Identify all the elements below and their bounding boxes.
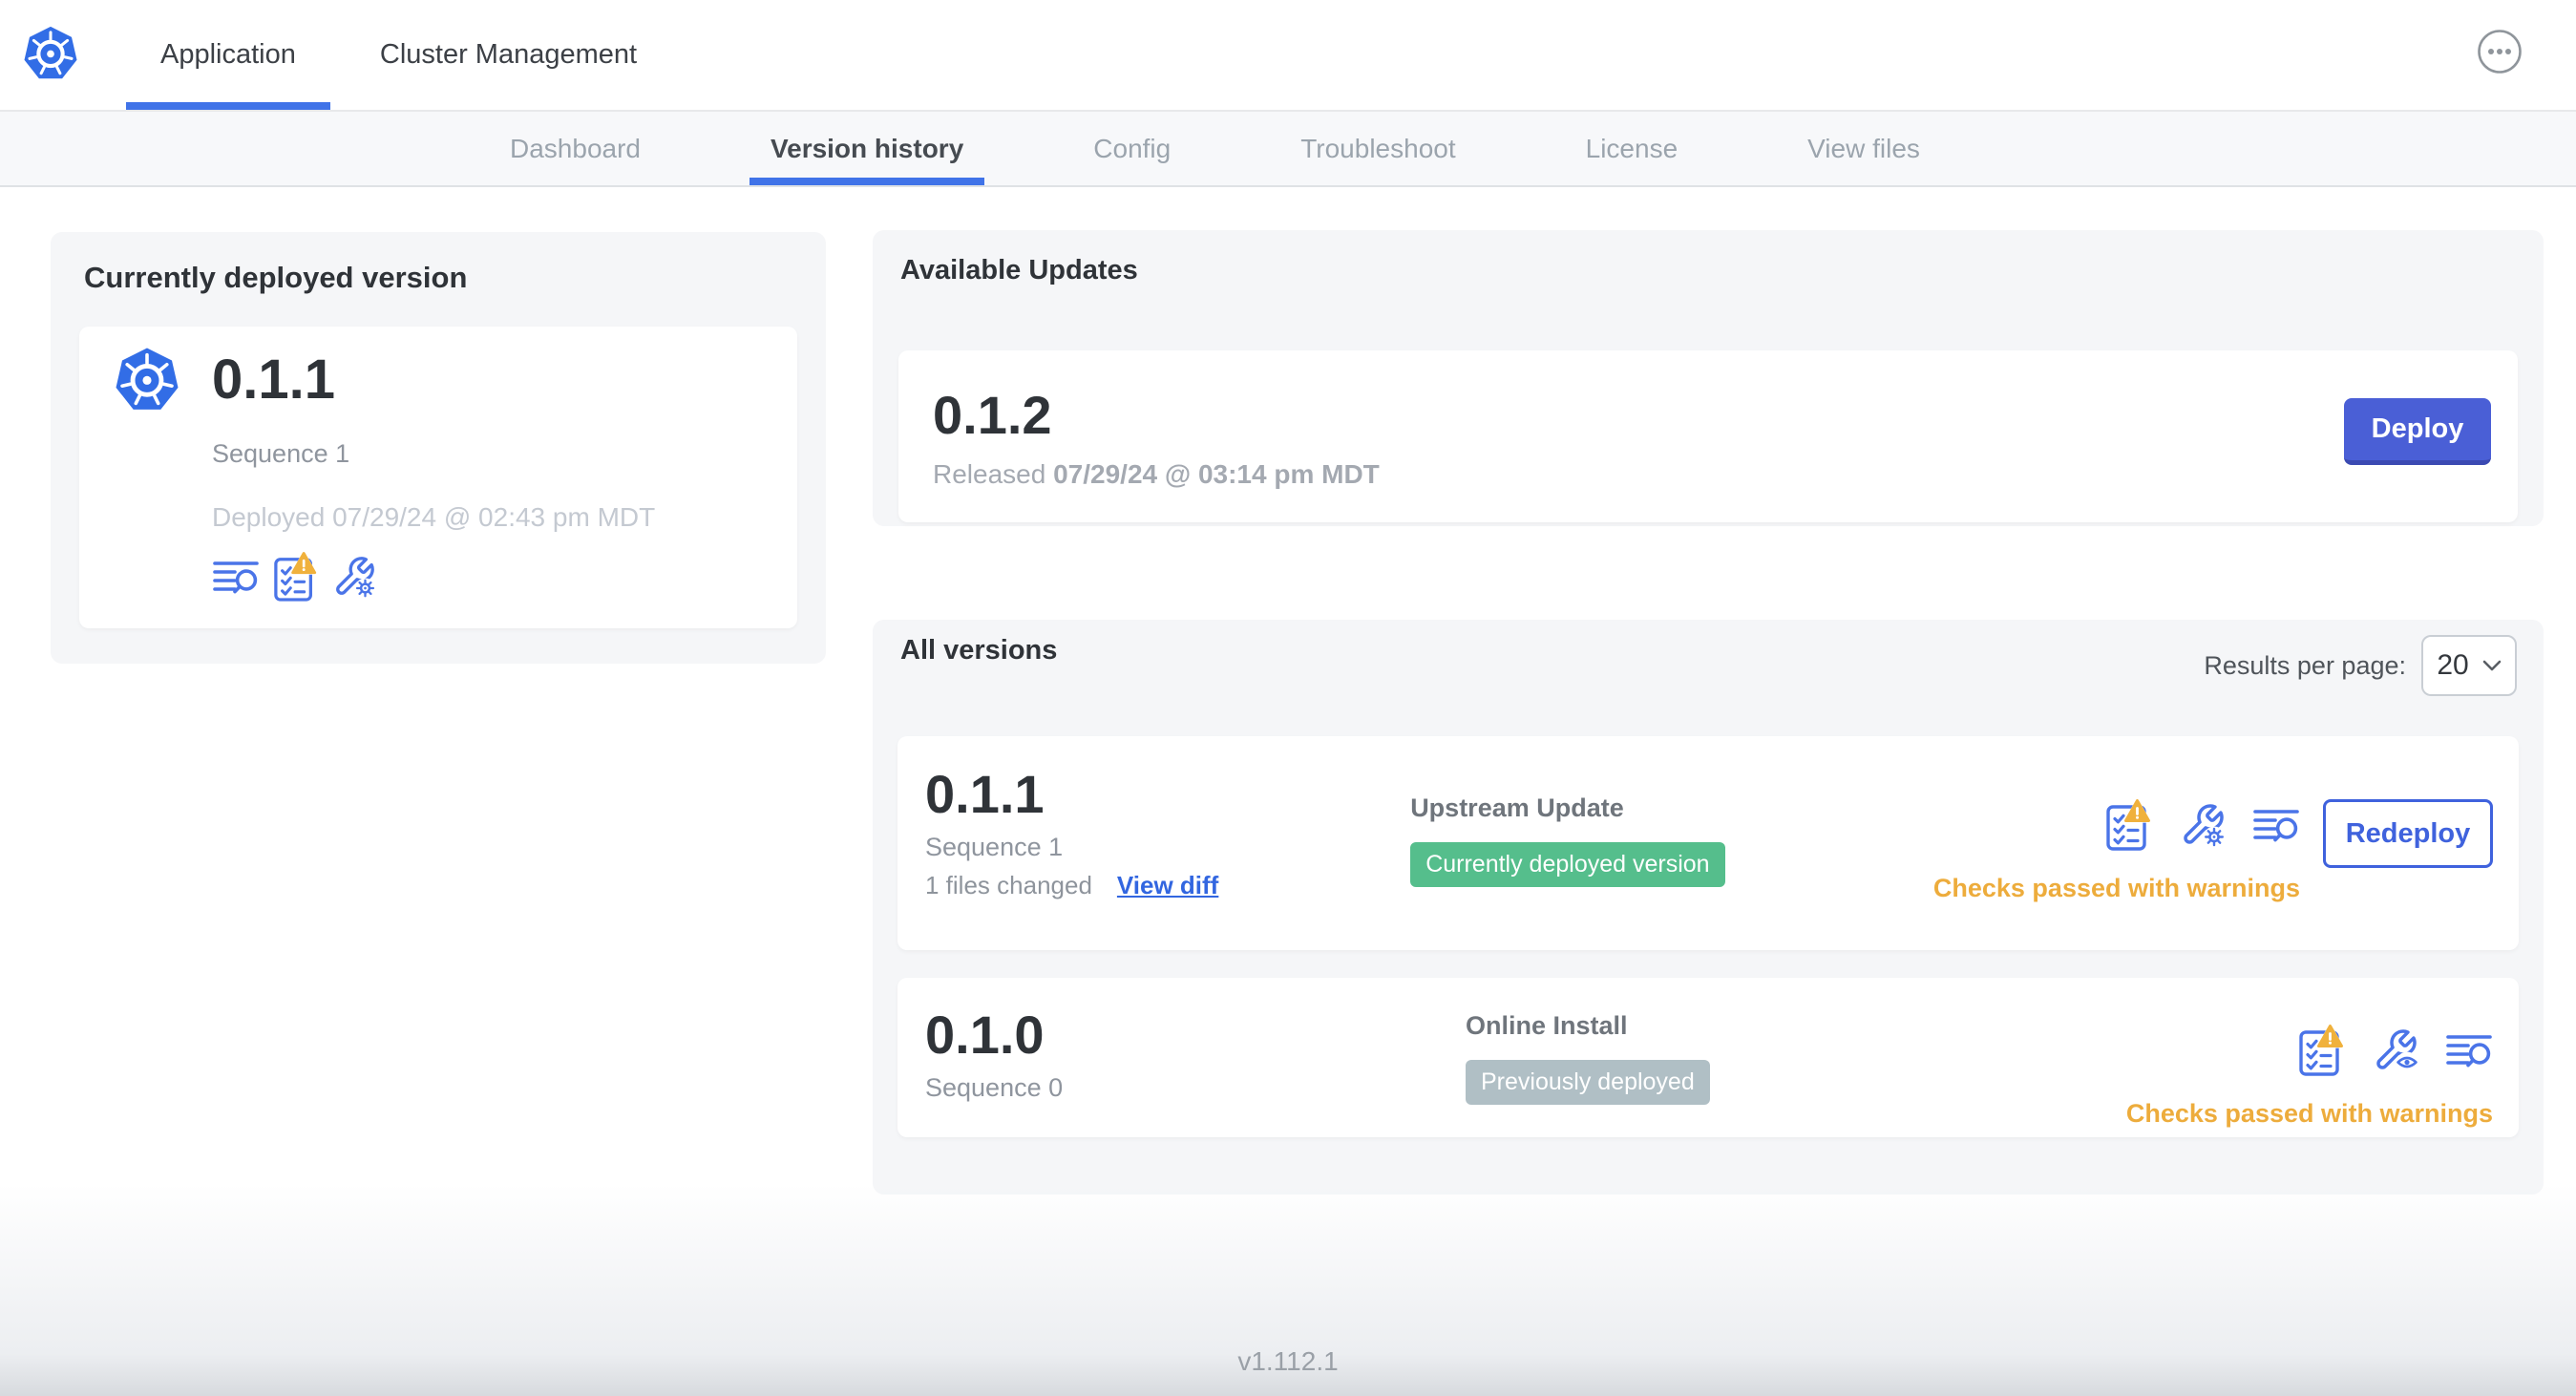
results-per-page-value: 20	[2437, 649, 2469, 681]
app-sub-nav: Dashboard Version history Config Trouble…	[0, 112, 2576, 187]
subnav-item-dashboard[interactable]: Dashboard	[489, 112, 662, 185]
release-notes-button[interactable]	[2252, 806, 2300, 844]
tab-application[interactable]: Application	[118, 0, 338, 110]
release-notes-button[interactable]	[212, 558, 260, 596]
version-source-label: Upstream Update	[1410, 793, 1624, 822]
sequence-label: Sequence 1	[925, 832, 1064, 861]
redeploy-button[interactable]: Redeploy	[2323, 799, 2493, 868]
version-actions-column: Checks passed with warnings	[2125, 1021, 2493, 1137]
release-notes-button[interactable]	[2445, 1031, 2493, 1069]
kubernetes-logo-icon	[19, 23, 82, 86]
available-updates-card: Available Updates 0.1.2 Released 07/29/2…	[873, 230, 2544, 526]
all-versions-title: All versions	[900, 635, 1058, 666]
currently-deployed-version-panel: 0.1.1 Sequence 1 Deployed 07/29/24 @ 02:…	[79, 327, 797, 628]
files-changed-label: 1 files changed	[925, 870, 1092, 899]
icons-and-status: Checks passed with warnings	[2125, 1021, 2493, 1129]
files-changed-row: 1 files changed View diff	[925, 871, 1410, 900]
app-level-tabs: Application Cluster Management	[118, 0, 679, 110]
version-info-column: 0.1.0 Sequence 0	[925, 1005, 1466, 1137]
preflight-checks-warning-icon	[2106, 795, 2154, 851]
update-released-timestamp: Released 07/29/24 @ 03:14 pm MDT	[933, 459, 2483, 490]
all-versions-card: All versions Results per page: 20 0.1.1 …	[873, 620, 2544, 1195]
previously-deployed-badge: Previously deployed	[1466, 1060, 1710, 1105]
release-notes-icon	[2253, 810, 2299, 842]
update-version-number: 0.1.2	[933, 384, 1052, 445]
preflight-checks-button[interactable]	[273, 548, 320, 603]
edit-config-button[interactable]	[332, 555, 376, 599]
version-row-0-1-1: 0.1.1 Sequence 1 1 files changed View di…	[897, 736, 2519, 950]
console-version-label: v1.112.1	[1237, 1346, 1339, 1376]
deployed-timestamp: Deployed 07/29/24 @ 02:43 pm MDT	[212, 502, 656, 532]
released-date: 07/29/24 @ 03:14 pm MDT	[1053, 458, 1380, 489]
subnav-item-license[interactable]: License	[1565, 112, 1700, 185]
subnav-item-view-files[interactable]: View files	[1786, 112, 1941, 185]
chevron-down-icon	[2482, 660, 2501, 671]
view-config-button[interactable]	[2373, 1027, 2418, 1073]
edit-config-icon	[332, 555, 376, 599]
release-notes-icon	[2446, 1035, 2492, 1068]
version-source-column: Online Install Previously deployed	[1466, 1007, 2048, 1137]
available-updates-title: Available Updates	[900, 255, 1138, 286]
view-config-icon	[2373, 1027, 2418, 1073]
deployed-version-actions	[212, 548, 376, 603]
tab-cluster-management[interactable]: Cluster Management	[338, 0, 679, 110]
sequence-label: Sequence 0	[925, 1072, 1064, 1102]
version-source-column: Upstream Update Currently deployed versi…	[1410, 767, 1933, 950]
more-menu-button[interactable]	[2477, 29, 2523, 74]
currently-deployed-card: Currently deployed version 0.1.1 Sequenc…	[51, 232, 826, 664]
icons-and-status: Checks passed with warnings	[1932, 795, 2300, 903]
currently-deployed-badge: Currently deployed version	[1410, 842, 1725, 887]
version-action-icons	[2298, 1021, 2493, 1078]
preflight-checks-button[interactable]	[2298, 1021, 2347, 1078]
version-action-icons	[2105, 795, 2300, 853]
subnav-item-version-history[interactable]: Version history	[749, 112, 985, 185]
results-per-page-select[interactable]: 20	[2421, 635, 2517, 696]
top-bar: Application Cluster Management	[0, 0, 2576, 112]
edit-config-button[interactable]	[2180, 802, 2226, 848]
view-diff-link[interactable]: View diff	[1117, 871, 1218, 900]
edit-config-icon	[2180, 802, 2226, 848]
preflight-checks-warning-icon	[2299, 1021, 2347, 1076]
results-per-page-label: Results per page:	[2204, 650, 2406, 680]
currently-deployed-title: Currently deployed version	[84, 261, 468, 294]
preflight-status-text: Checks passed with warnings	[2125, 1099, 2493, 1128]
released-prefix: Released	[933, 458, 1046, 489]
subnav-item-config[interactable]: Config	[1072, 112, 1192, 185]
release-notes-icon	[213, 561, 259, 594]
version-row-0-1-0: 0.1.0 Sequence 0 Online Install Previous…	[897, 978, 2519, 1137]
results-per-page-control: Results per page: 20	[2204, 635, 2517, 696]
kubernetes-app-icon	[110, 344, 184, 418]
version-info-column: 0.1.1 Sequence 1 1 files changed View di…	[925, 764, 1410, 950]
page-footer: v1.112.1	[0, 1184, 2576, 1396]
preflight-checks-warning-icon	[274, 548, 320, 602]
preflight-status-text: Checks passed with warnings	[1932, 874, 2300, 902]
version-number: 0.1.1	[925, 764, 1045, 824]
version-number: 0.1.0	[925, 1005, 1045, 1065]
version-actions-column: Checks passed with warnings Redeploy	[1932, 795, 2493, 950]
preflight-checks-button[interactable]	[2105, 795, 2154, 853]
ellipsis-circle-icon	[2478, 30, 2522, 74]
available-update-row: 0.1.2 Released 07/29/24 @ 03:14 pm MDT D…	[898, 350, 2518, 522]
version-history-page: Application Cluster Management Dashboard…	[0, 0, 2576, 1396]
deployed-sequence-label: Sequence 1	[212, 439, 350, 468]
deployed-version-number: 0.1.1	[212, 349, 335, 411]
version-source-label: Online Install	[1466, 1011, 1628, 1040]
subnav-item-troubleshoot[interactable]: Troubleshoot	[1279, 112, 1476, 185]
deploy-button[interactable]: Deploy	[2344, 398, 2491, 465]
